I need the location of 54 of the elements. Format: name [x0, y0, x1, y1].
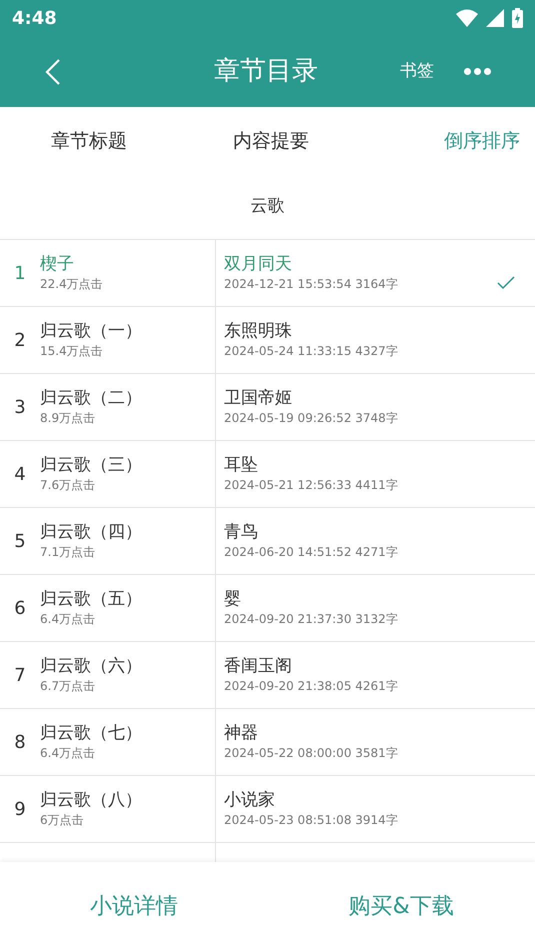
wifi-icon [456, 9, 478, 27]
chapter-title: 归云歌（七） [40, 722, 142, 744]
chapter-title: 归云歌（五） [40, 588, 142, 610]
chapter-title: 归云歌（八） [40, 789, 142, 811]
status-time: 4:48 [12, 6, 57, 30]
chapter-number: 5 [13, 530, 27, 554]
check-icon [497, 276, 515, 290]
chapter-meta: 2024-05-19 09:26:52 3748字 [224, 410, 398, 427]
chapter-summary: 小说家 [224, 789, 276, 811]
chapter-number: 8 [13, 730, 27, 754]
chapter-title: 归云歌（三） [40, 454, 142, 476]
signal-icon [486, 9, 504, 27]
page-title: 章节目录 [214, 55, 318, 88]
chapter-meta: 2024-05-21 12:56:33 4411字 [224, 477, 398, 494]
click-count: 7.6万点击 [40, 477, 96, 494]
chapter-meta: 2024-05-23 08:51:08 3914字 [224, 812, 398, 829]
chapter-meta: 2024-12-21 15:53:54 3164字 [224, 276, 398, 293]
click-count: 6万点击 [40, 812, 85, 829]
chapter-meta: 2024-09-20 21:38:05 4261字 [224, 678, 398, 695]
chapter-title: 归云歌（六） [40, 655, 142, 677]
chapter-meta: 2024-05-24 11:33:15 4327字 [224, 343, 398, 360]
chapter-title: 归云歌（二） [40, 387, 142, 409]
chapter-title: 归云歌（四） [40, 521, 142, 543]
chapter-number: 7 [13, 664, 27, 688]
click-count: 6.7万点击 [40, 678, 96, 695]
click-count: 15.4万点击 [40, 343, 104, 360]
chapter-number: 4 [13, 462, 27, 486]
chapter-number: 2 [13, 328, 27, 352]
chapter-summary: 双月同天 [224, 253, 293, 275]
chapter-number: 3 [13, 396, 27, 420]
chapter-meta: 2024-05-22 08:00:00 3581字 [224, 745, 398, 762]
chapter-meta: 2024-06-20 14:51:52 4271字 [224, 544, 398, 561]
chapter-number: 9 [13, 798, 27, 822]
chapter-summary: 东照明珠 [224, 320, 293, 342]
chapter-summary: 神器 [224, 722, 259, 744]
chapter-summary: 香闺玉阁 [224, 655, 293, 677]
click-count: 6.4万点击 [40, 611, 96, 628]
click-count: 22.4万点击 [40, 276, 103, 293]
chapter-summary: 婴 [224, 588, 242, 610]
click-count: 7.1万点击 [40, 544, 96, 561]
chapter-summary: 卫国帝姬 [224, 387, 293, 409]
click-count: 8.9万点击 [40, 410, 96, 427]
column-header: 章节标题 [51, 128, 127, 154]
battery-icon [512, 8, 523, 28]
chapter-number: 6 [13, 596, 27, 620]
chapter-title: 归云歌（一） [40, 320, 142, 342]
chapter-number: 1 [13, 262, 27, 286]
chapter-summary: 青鸟 [224, 521, 259, 543]
volume-title: 云歌 [250, 195, 284, 218]
column-header: 内容提要 [233, 128, 309, 154]
chapter-summary: 耳坠 [224, 454, 259, 476]
chapter-title: 楔子 [40, 253, 75, 275]
click-count: 6.4万点击 [40, 745, 96, 762]
chapter-meta: 2024-09-20 21:37:30 3132字 [224, 611, 398, 628]
